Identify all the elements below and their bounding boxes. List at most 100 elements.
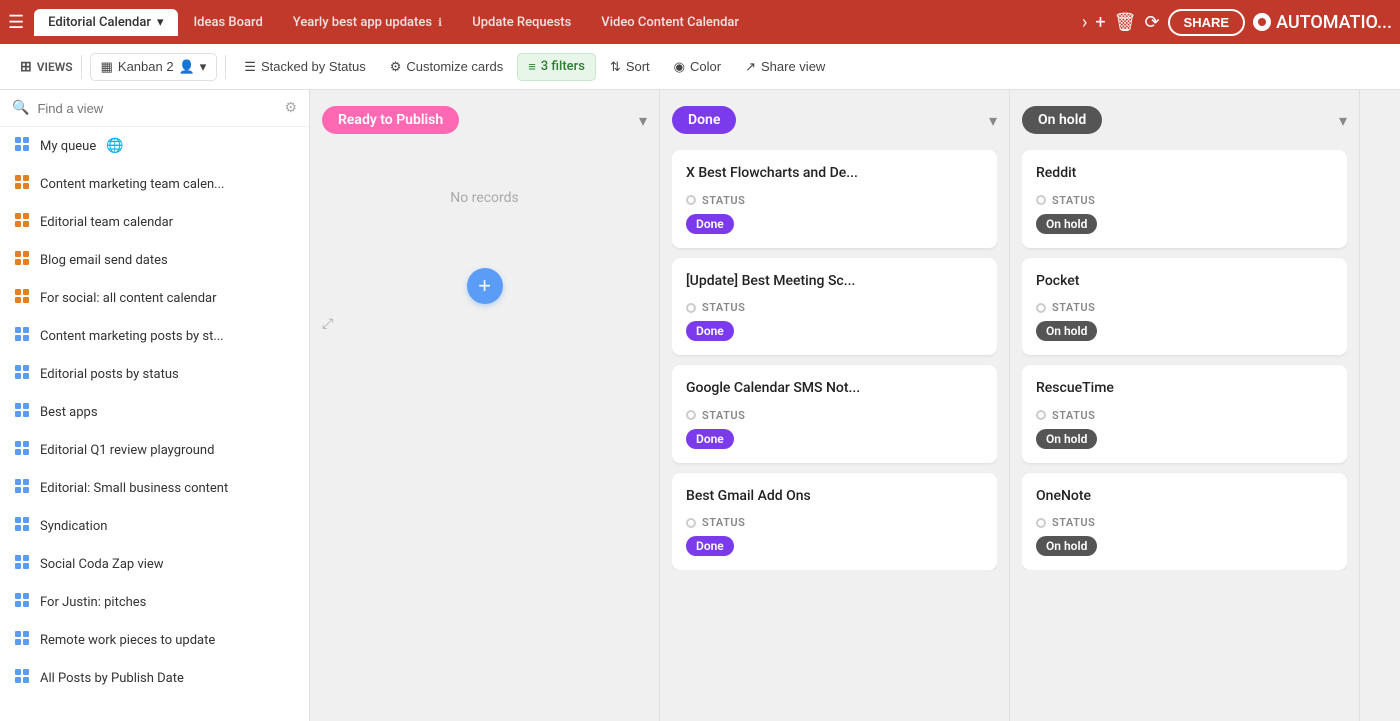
card-title: Reddit	[1036, 164, 1333, 184]
sort-button[interactable]: ⇅ Sort	[600, 54, 660, 80]
search-input[interactable]	[37, 101, 276, 116]
dropdown-icon: ▾	[157, 15, 164, 30]
status-label: STATUS	[1052, 516, 1095, 529]
sidebar-item-label: For social: all content calendar	[40, 291, 217, 306]
card-status-row: STATUS	[686, 516, 983, 529]
sidebar-item-editorial-team[interactable]: Editorial team calendar	[0, 203, 309, 241]
hamburger-icon[interactable]: ☰	[8, 12, 24, 33]
sidebar-item-my-queue[interactable]: My queue🌐	[0, 127, 309, 165]
sidebar-item-content-marketing-posts[interactable]: Content marketing posts by st...	[0, 317, 309, 355]
sidebar-item-content-marketing-team[interactable]: Content marketing team calen...	[0, 165, 309, 203]
sidebar-item-emoji: 🌐	[106, 138, 123, 154]
share-view-label: Share view	[761, 59, 825, 74]
tab-label: Ideas Board	[194, 15, 263, 30]
sidebar-search-container: 🔍 ⚙	[0, 90, 309, 127]
sidebar-item-syndication[interactable]: Syndication	[0, 507, 309, 545]
sidebar-item-editorial-small[interactable]: Editorial: Small business content	[0, 469, 309, 507]
kanban-view-button[interactable]: ▦ Kanban 2 👤 ▾	[90, 53, 218, 81]
add-card-button[interactable]: +	[467, 268, 503, 304]
status-label: STATUS	[1052, 409, 1095, 422]
tab-ideas-board[interactable]: Ideas Board	[180, 9, 277, 36]
color-button[interactable]: ◉ Color	[664, 54, 731, 80]
sidebar-item-icon	[14, 326, 30, 346]
sidebar-item-label: Best apps	[40, 405, 98, 420]
status-dot	[686, 518, 696, 528]
sidebar-item-blog-email[interactable]: Blog email send dates	[0, 241, 309, 279]
sidebar-item-editorial-posts[interactable]: Editorial posts by status	[0, 355, 309, 393]
tab-update-requests[interactable]: Update Requests	[458, 9, 585, 36]
column-header-ready-to-publish: Ready to Publish ▾	[322, 106, 647, 134]
card-status-row: STATUS	[1036, 409, 1333, 422]
automation-label: AUTOMATIO...	[1276, 12, 1392, 33]
status-dot	[1036, 518, 1046, 528]
card-title: X Best Flowcharts and De...	[686, 164, 983, 184]
sidebar-item-icon	[14, 174, 30, 194]
sidebar-item-icon	[14, 288, 30, 308]
sidebar-item-label: Editorial posts by status	[40, 367, 179, 382]
status-label: STATUS	[1052, 301, 1095, 314]
user-icon: 👤	[179, 59, 195, 75]
kanban-icon: ▦	[101, 59, 113, 75]
status-label: STATUS	[1052, 194, 1095, 207]
sidebar-item-editorial-q1[interactable]: Editorial Q1 review playground	[0, 431, 309, 469]
kanban-card[interactable]: RedditSTATUSOn hold	[1022, 150, 1347, 248]
sidebar-item-label: Syndication	[40, 519, 107, 534]
tab-actions: › + 🗑 ⟳ SHARE AUTOMATIO...	[1082, 9, 1392, 36]
sidebar-item-for-justin[interactable]: For Justin: pitches	[0, 583, 309, 621]
settings-icon[interactable]: ⚙	[284, 100, 297, 116]
tab-bar: ☰ Editorial Calendar ▾ Ideas Board Yearl…	[0, 0, 1400, 44]
automation-button[interactable]: AUTOMATIO...	[1253, 12, 1392, 33]
cards-container-on-hold: RedditSTATUSOn holdPocketSTATUSOn holdRe…	[1022, 150, 1347, 570]
history-icon[interactable]: ⟳	[1144, 12, 1159, 33]
sidebar-item-icon	[14, 516, 30, 536]
sidebar-item-icon	[14, 136, 30, 156]
sidebar-item-icon	[14, 402, 30, 422]
column-label-done[interactable]: Done	[672, 106, 736, 134]
kanban-card[interactable]: Best Gmail Add OnsSTATUSDone	[672, 473, 997, 571]
kanban-card[interactable]: RescueTimeSTATUSOn hold	[1022, 365, 1347, 463]
sidebar-item-for-social[interactable]: For social: all content calendar	[0, 279, 309, 317]
sidebar-item-icon	[14, 554, 30, 574]
sidebar-item-icon	[14, 478, 30, 498]
sidebar-item-icon	[14, 250, 30, 270]
kanban-card[interactable]: PocketSTATUSOn hold	[1022, 258, 1347, 356]
views-label: VIEWS	[37, 60, 73, 74]
sidebar-item-social-coda[interactable]: Social Coda Zap view	[0, 545, 309, 583]
sidebar-item-all-posts[interactable]: All Posts by Publish Date	[0, 659, 309, 697]
card-title: Pocket	[1036, 272, 1333, 292]
kanban-card[interactable]: [Update] Best Meeting Sc...STATUSDone	[672, 258, 997, 356]
expand-icon[interactable]: ⤢	[322, 316, 647, 332]
stacked-by-status-button[interactable]: ☰ Stacked by Status	[234, 54, 375, 80]
tab-yearly-best[interactable]: Yearly best app updates ℹ	[279, 9, 456, 36]
filters-button[interactable]: ≡ 3 filters	[517, 53, 596, 81]
filter-icon: ≡	[528, 59, 536, 75]
more-tabs-icon[interactable]: ›	[1082, 12, 1087, 33]
toolbar-separator	[225, 55, 226, 79]
sidebar-item-best-apps[interactable]: Best apps	[0, 393, 309, 431]
kanban-board: Ready to Publish ▾ No records + ⤢ Done ▾ X Best…	[310, 90, 1400, 721]
no-records-label: No records	[322, 150, 647, 246]
column-chevron-done[interactable]: ▾	[989, 111, 997, 130]
tab-editorial-calendar[interactable]: Editorial Calendar ▾	[34, 9, 177, 36]
delete-icon[interactable]: 🗑	[1114, 12, 1137, 33]
customize-cards-button[interactable]: ⚙ Customize cards	[380, 54, 513, 80]
add-tab-icon[interactable]: +	[1095, 12, 1105, 33]
share-button[interactable]: SHARE	[1168, 9, 1246, 36]
kanban-card[interactable]: Google Calendar SMS Not...STATUSDone	[672, 365, 997, 463]
card-status-row: STATUS	[1036, 516, 1333, 529]
sidebar-item-label: Editorial team calendar	[40, 215, 173, 230]
kanban-card[interactable]: X Best Flowcharts and De...STATUSDone	[672, 150, 997, 248]
card-title: OneNote	[1036, 487, 1333, 507]
share-view-button[interactable]: ↗ Share view	[735, 54, 835, 80]
sidebar-item-label: Blog email send dates	[40, 253, 168, 268]
sidebar-item-remote-work[interactable]: Remote work pieces to update	[0, 621, 309, 659]
column-chevron-on-hold[interactable]: ▾	[1339, 111, 1347, 130]
tab-video-content[interactable]: Video Content Calendar	[587, 9, 753, 36]
tab-label: Video Content Calendar	[601, 15, 739, 30]
status-badge: Done	[686, 321, 734, 341]
column-chevron-ready-to-publish[interactable]: ▾	[639, 111, 647, 130]
column-label-ready-to-publish[interactable]: Ready to Publish	[322, 106, 459, 134]
kanban-card[interactable]: OneNoteSTATUSOn hold	[1022, 473, 1347, 571]
stacked-label: Stacked by Status	[261, 59, 366, 74]
column-label-on-hold[interactable]: On hold	[1022, 106, 1102, 134]
